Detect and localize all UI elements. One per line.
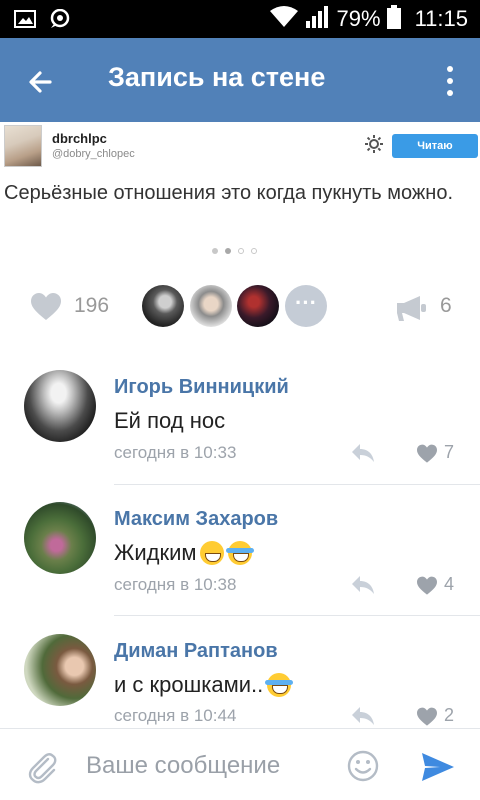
smile-icon[interactable]: [346, 749, 380, 783]
carousel-dot-active: [225, 248, 231, 254]
post-actions: 196 ··· 6: [0, 280, 480, 334]
reply-icon[interactable]: [350, 574, 376, 596]
comment-like-count: 4: [444, 574, 455, 594]
megaphone-icon[interactable]: [394, 294, 428, 322]
comment-like-count: 7: [444, 442, 455, 462]
comment-text: и с крошками..: [114, 672, 294, 698]
joy-emoji-icon: [265, 673, 294, 697]
comment-item: Максим Захаров Жидким сегодня в 10:38 4: [0, 492, 480, 616]
post-text: Серьёзные отношения это когда пукнуть мо…: [4, 182, 454, 204]
comment-text-content: и с крошками..: [114, 672, 264, 697]
embedded-handle: @dobry_chlopec: [52, 148, 135, 160]
comment-text: Ей под нос: [114, 408, 225, 434]
embedded-name: dbrchlpc: [52, 131, 107, 146]
signal-icon: [305, 5, 331, 34]
paperclip-icon[interactable]: [26, 751, 60, 785]
comment-author[interactable]: Максим Захаров: [114, 508, 278, 531]
divider: [114, 615, 480, 616]
heart-icon[interactable]: [416, 576, 438, 596]
avatar[interactable]: [24, 634, 96, 706]
heart-icon[interactable]: [416, 707, 438, 727]
wifi-icon: [269, 5, 299, 34]
page-title: Запись на стене: [108, 62, 326, 92]
liker-avatar[interactable]: [142, 285, 184, 327]
comment-text-content: Жидким: [114, 540, 197, 565]
comment-item: Диман Раптанов и с крошками.. сегодня в …: [0, 624, 480, 728]
app-bar: Запись на стене: [0, 38, 480, 122]
avatar[interactable]: [24, 502, 96, 574]
embedded-post-header: dbrchlpc @dobry_chlopec Читаю: [0, 122, 480, 172]
send-icon[interactable]: [420, 751, 456, 783]
comment-item: Игорь Винницкий Ей под нос сегодня в 10:…: [0, 360, 480, 484]
carousel-dot: [212, 248, 218, 254]
arrow-back-icon[interactable]: [22, 62, 62, 102]
embedded-avatar: [4, 125, 42, 167]
more-likers-button[interactable]: ···: [285, 285, 327, 327]
like-count: 196: [74, 294, 110, 317]
carousel-dot: [251, 248, 257, 254]
reply-icon[interactable]: [350, 705, 376, 727]
liker-avatar[interactable]: [190, 285, 232, 327]
more-vert-icon[interactable]: [438, 64, 462, 98]
message-input[interactable]: [86, 749, 326, 783]
comment-author[interactable]: Игорь Винницкий: [114, 376, 289, 399]
battery-percent: 79%: [336, 6, 381, 31]
comment-author[interactable]: Диман Раптанов: [114, 640, 278, 663]
heart-icon[interactable]: [30, 292, 62, 322]
carousel-dot: [238, 248, 244, 254]
gallery-icon: [14, 10, 36, 33]
comment-like-count: 2: [444, 705, 455, 725]
liker-avatar[interactable]: [237, 285, 279, 327]
status-bar: 79% 11:15: [0, 0, 480, 38]
grin-emoji-icon: [200, 541, 225, 565]
comment-time: сегодня в 10:38: [114, 575, 237, 594]
message-icon: [48, 8, 74, 34]
message-composer: [0, 728, 480, 800]
share-count: 6: [440, 294, 452, 317]
comment-time: сегодня в 10:44: [114, 706, 237, 725]
gear-icon: [364, 134, 384, 154]
comment-text: Жидким: [114, 540, 255, 566]
follow-button: Читаю: [392, 134, 478, 158]
carousel-indicator: [212, 248, 257, 254]
divider: [114, 484, 480, 485]
comment-text-content: Ей под нос: [114, 408, 226, 433]
clock: 11:15: [414, 6, 468, 31]
reply-icon[interactable]: [350, 442, 376, 464]
heart-icon[interactable]: [416, 444, 438, 464]
avatar[interactable]: [24, 370, 96, 442]
comment-time: сегодня в 10:33: [114, 443, 237, 462]
battery-icon: [386, 4, 401, 34]
joy-emoji-icon: [226, 541, 255, 565]
